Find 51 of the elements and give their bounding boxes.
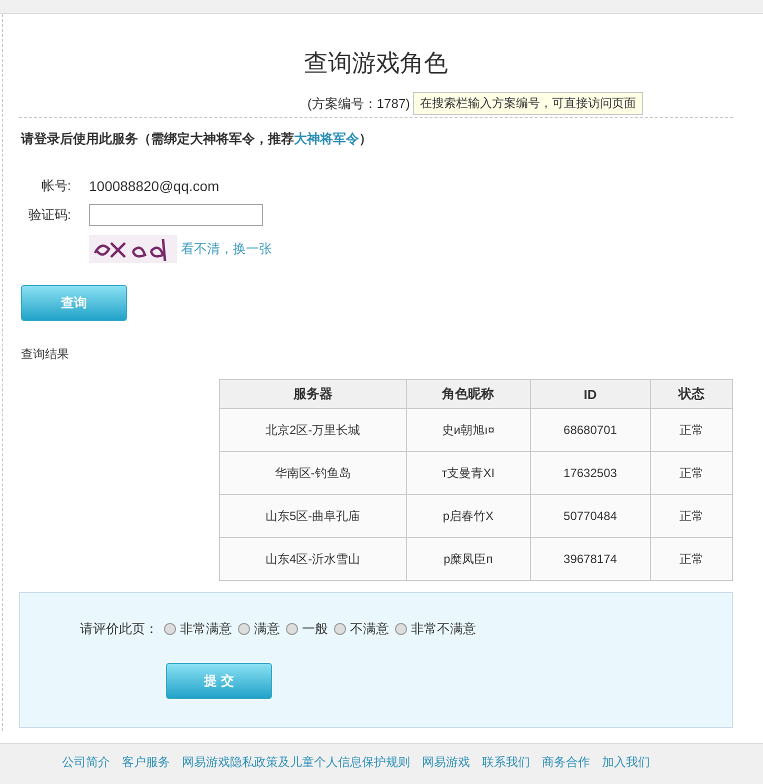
rating-option[interactable]: 不满意 <box>350 620 389 638</box>
table-cell: 正常 <box>650 538 732 580</box>
plan-tip: 在搜索栏输入方案编号，可直接访问页面 <box>413 92 643 115</box>
radio-button[interactable] <box>286 623 298 635</box>
column-header: 状态 <box>650 380 732 408</box>
table-cell: 17632503 <box>530 452 650 494</box>
table-cell: 华南区-钓鱼岛 <box>220 452 406 494</box>
table-cell: 正常 <box>650 494 732 538</box>
table-cell: 正常 <box>650 408 732 452</box>
account-value: 100088820@qq.com <box>89 178 220 194</box>
refresh-captcha-link[interactable]: 看不清，换一张 <box>181 240 272 258</box>
rating-label: 请评价此页： <box>80 620 158 638</box>
table-cell: т支曼青XI <box>406 452 530 494</box>
rating-option[interactable]: 满意 <box>254 620 280 638</box>
table-cell: 史и朝旭ı¤ <box>406 408 530 452</box>
footer-link[interactable]: 网易游戏 <box>422 754 470 784</box>
submit-button[interactable]: 提 交 <box>166 663 272 699</box>
token-link[interactable]: 大神将军令 <box>294 131 359 146</box>
table-cell: 50770484 <box>530 494 650 538</box>
radio-button[interactable] <box>395 623 407 635</box>
table-cell: 山东4区-沂水雪山 <box>220 538 406 580</box>
page-title: 查询游戏角色 <box>303 49 449 79</box>
footer-link[interactable]: 公司简介 <box>62 754 110 784</box>
plan-number: (方案编号：1787) <box>307 94 410 112</box>
footer-link[interactable]: 客户服务 <box>122 754 170 784</box>
results-label: 查询结果 <box>21 346 70 363</box>
rating-option[interactable]: 非常不满意 <box>411 620 476 638</box>
captcha-input-field[interactable] <box>89 204 263 226</box>
column-header: ID <box>530 380 650 408</box>
table-cell: p糜凤臣п <box>406 538 530 580</box>
footer-link[interactable]: 加入我们 <box>602 754 650 784</box>
radio-button[interactable] <box>164 623 176 635</box>
table-cell: 39678174 <box>530 538 650 580</box>
rating-option[interactable]: 非常满意 <box>180 620 232 638</box>
radio-button[interactable] <box>238 623 250 635</box>
table-cell: 正常 <box>650 452 732 494</box>
column-header: 服务器 <box>220 380 406 408</box>
footer-link[interactable]: 商务合作 <box>542 754 590 784</box>
table-cell: p启春竹X <box>406 494 530 538</box>
rating-option[interactable]: 一般 <box>302 620 328 638</box>
footer-link[interactable]: 网易游戏隐私政策及儿童个人信息保护规则 <box>182 754 410 784</box>
footer-link[interactable]: 联系我们 <box>482 754 530 784</box>
radio-button[interactable] <box>334 623 346 635</box>
table-cell: 68680701 <box>530 408 650 452</box>
column-header: 角色昵称 <box>406 380 530 408</box>
login-notice: 请登录后使用此服务（需绑定大神将军令，推荐大神将军令） <box>21 130 373 148</box>
query-button[interactable]: 查询 <box>21 285 127 321</box>
captcha-label: 验证码: <box>27 206 71 224</box>
account-label: 帐号: <box>40 177 71 195</box>
table-cell: 北京2区-万里长城 <box>220 408 406 452</box>
table-cell: 山东5区-曲阜孔庙 <box>220 494 406 538</box>
